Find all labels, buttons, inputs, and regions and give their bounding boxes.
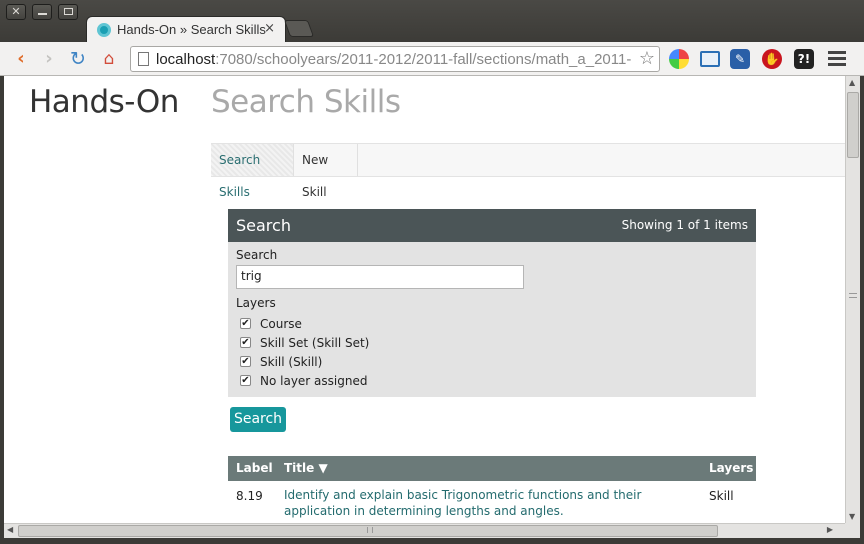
layer-option-label: Skill Set (Skill Set) xyxy=(260,336,370,350)
vertical-scroll-thumb[interactable] xyxy=(847,92,859,158)
scroll-down-icon[interactable]: ▼ xyxy=(849,512,855,521)
maximize-icon xyxy=(63,8,73,15)
bookmark-star-icon[interactable]: ☆ xyxy=(639,48,655,69)
search-button[interactable]: Search xyxy=(230,407,286,432)
help-extension-icon[interactable]: ?! xyxy=(794,49,814,69)
app-brand[interactable]: Hands-On xyxy=(29,84,179,120)
site-favicon-icon xyxy=(97,23,111,37)
browser-menu-icon[interactable] xyxy=(828,51,846,69)
scroll-grip-icon xyxy=(849,293,857,298)
screen-capture-extension-icon[interactable] xyxy=(700,51,720,67)
address-bar[interactable]: localhost:7080/schoolyears/2011-2012/201… xyxy=(130,46,660,72)
column-header-layers[interactable]: Layers xyxy=(709,461,753,475)
scroll-right-icon[interactable]: ▶ xyxy=(827,525,833,534)
results-table-header: Label Title ▼ Layers xyxy=(228,456,756,481)
window-minimize-button[interactable] xyxy=(32,4,52,20)
url-host: localhost xyxy=(156,51,216,68)
minimize-icon xyxy=(37,13,47,15)
new-tab-button[interactable] xyxy=(283,20,315,37)
browser-tab-active[interactable]: Hands-On » Search Skills × xyxy=(86,16,286,43)
layer-option-label: Skill (Skill) xyxy=(260,355,323,369)
forward-icon[interactable]: › xyxy=(38,48,60,70)
checkbox-skill-set[interactable]: ✔ xyxy=(240,337,251,348)
search-panel-title: Search xyxy=(236,216,291,235)
reload-icon[interactable]: ↻ xyxy=(67,48,89,70)
url-path: :7080/schoolyears/2011-2012/2011-fall/se… xyxy=(215,51,632,68)
browser-toolbar: ‹ › ↻ ⌂ localhost:7080/schoolyears/2011-… xyxy=(0,42,864,76)
scrollbar-corner xyxy=(845,523,860,538)
horizontal-scrollbar[interactable]: ◀ ▶ xyxy=(4,523,845,538)
tab-title: Hands-On » Search Skills xyxy=(117,22,266,37)
search-input[interactable]: trig xyxy=(236,265,524,289)
checkbox-skill[interactable]: ✔ xyxy=(240,356,251,367)
search-panel-header: Search Showing 1 of 1 items xyxy=(228,209,756,242)
layers-label: Layers xyxy=(236,296,276,310)
search-field-label: Search xyxy=(236,248,278,262)
back-icon[interactable]: ‹ xyxy=(10,48,32,70)
window-close-button[interactable]: ✕ xyxy=(6,4,26,20)
browser-window: ✕ Hands-On » Search Skills × ‹ › ↻ ⌂ loc… xyxy=(0,0,864,544)
search-panel-body: Search trig Layers ✔ Course ✔ Skill Set … xyxy=(228,242,756,397)
sub-navigation: Search Skills New Skill xyxy=(211,143,845,199)
row-layers: Skill xyxy=(709,489,734,503)
scroll-left-icon[interactable]: ◀ xyxy=(7,525,13,534)
column-header-label[interactable]: Label xyxy=(236,461,273,475)
tools-extension-icon[interactable]: ✎ xyxy=(730,49,750,69)
column-header-title[interactable]: Title ▼ xyxy=(284,461,328,475)
scroll-grip-icon xyxy=(367,527,373,533)
page-viewport: Hands-On Search Skills Search Skills New… xyxy=(4,76,845,523)
layer-option-label: No layer assigned xyxy=(260,374,368,388)
tab-search-skills[interactable]: Search Skills xyxy=(211,144,294,199)
layer-option-label: Course xyxy=(260,317,302,331)
close-icon: ✕ xyxy=(11,5,21,18)
page-title: Search Skills xyxy=(211,84,401,120)
vertical-scrollbar[interactable]: ▲ ▼ xyxy=(845,76,860,523)
window-maximize-button[interactable] xyxy=(58,4,78,20)
tab-new-skill[interactable]: New Skill xyxy=(294,144,358,199)
color-picker-extension-icon[interactable] xyxy=(669,49,689,69)
stop-extension-icon[interactable]: ✋ xyxy=(762,49,782,69)
page-icon xyxy=(138,52,149,66)
title-bar: ✕ Hands-On » Search Skills × xyxy=(0,0,864,43)
scroll-up-icon[interactable]: ▲ xyxy=(849,78,855,87)
checkbox-course[interactable]: ✔ xyxy=(240,318,251,329)
home-icon[interactable]: ⌂ xyxy=(98,48,120,70)
row-title-link[interactable]: Identify and explain basic Trigonometric… xyxy=(284,487,704,519)
url-text: localhost:7080/schoolyears/2011-2012/201… xyxy=(156,51,631,68)
result-count: Showing 1 of 1 items xyxy=(621,218,748,232)
tab-close-icon[interactable]: × xyxy=(264,21,275,36)
checkbox-no-layer[interactable]: ✔ xyxy=(240,375,251,386)
row-label: 8.19 xyxy=(236,489,263,503)
